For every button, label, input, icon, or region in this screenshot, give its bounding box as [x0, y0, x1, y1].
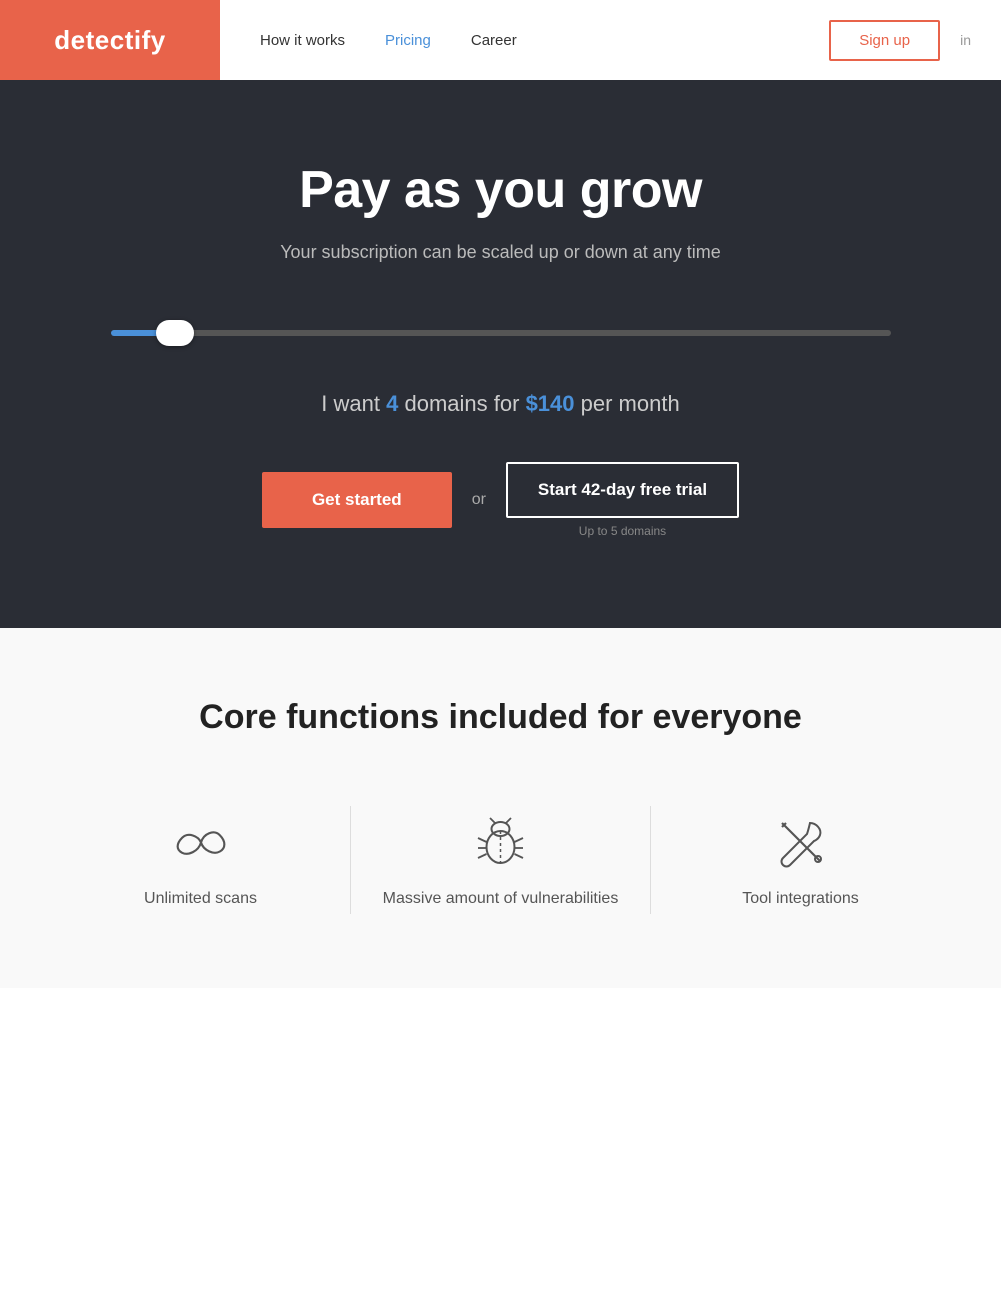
- pricing-prefix: I want: [321, 391, 380, 416]
- logo-area: detectify: [0, 0, 220, 80]
- pricing-price: $140: [526, 391, 581, 416]
- header: detectify How it works Pricing Career Si…: [0, 0, 1001, 80]
- logo: detectify: [54, 25, 165, 56]
- hero-title: Pay as you grow: [20, 160, 981, 220]
- features-title: Core functions included for everyone: [20, 698, 981, 737]
- pricing-text: I want 4 domains for $140 per month: [20, 391, 981, 417]
- feature-unlimited-scans: Unlimited scans: [51, 792, 351, 928]
- free-trial-button[interactable]: Start 42-day free trial: [506, 462, 739, 518]
- domains-slider[interactable]: [111, 330, 891, 336]
- free-trial-wrapper: Start 42-day free trial Up to 5 domains: [506, 462, 739, 538]
- pricing-suffix: per month: [581, 391, 680, 416]
- nav: How it works Pricing Career: [220, 0, 829, 80]
- feature-vulnerabilities: Massive amount of vulnerabilities: [351, 792, 651, 928]
- hero-section: Pay as you grow Your subscription can be…: [0, 80, 1001, 628]
- or-text: or: [472, 491, 486, 509]
- feature-unlimited-scans-label: Unlimited scans: [144, 890, 257, 908]
- free-trial-note: Up to 5 domains: [579, 524, 666, 538]
- nav-career[interactable]: Career: [471, 32, 517, 49]
- slider-container: [111, 313, 891, 351]
- nav-how-it-works[interactable]: How it works: [260, 32, 345, 49]
- nav-pricing[interactable]: Pricing: [385, 32, 431, 49]
- pricing-mid: domains for: [404, 391, 519, 416]
- tools-icon: [771, 812, 831, 872]
- feature-tool-integrations-label: Tool integrations: [742, 890, 859, 908]
- sign-up-button[interactable]: Sign up: [829, 20, 940, 61]
- sign-in-link[interactable]: in: [960, 32, 971, 48]
- features-grid: Unlimited scans: [51, 792, 951, 928]
- feature-vulnerabilities-label: Massive amount of vulnerabilities: [383, 890, 619, 908]
- bug-icon: [471, 812, 531, 872]
- get-started-button[interactable]: Get started: [262, 472, 452, 528]
- header-right: Sign up in: [829, 0, 1001, 80]
- cta-row: Get started or Start 42-day free trial U…: [20, 462, 981, 538]
- hero-subtitle: Your subscription can be scaled up or do…: [20, 242, 981, 263]
- features-section: Core functions included for everyone Unl…: [0, 628, 1001, 988]
- pricing-domains-num: 4: [386, 391, 404, 416]
- feature-tool-integrations: Tool integrations: [651, 792, 951, 928]
- infinity-icon: [171, 812, 231, 872]
